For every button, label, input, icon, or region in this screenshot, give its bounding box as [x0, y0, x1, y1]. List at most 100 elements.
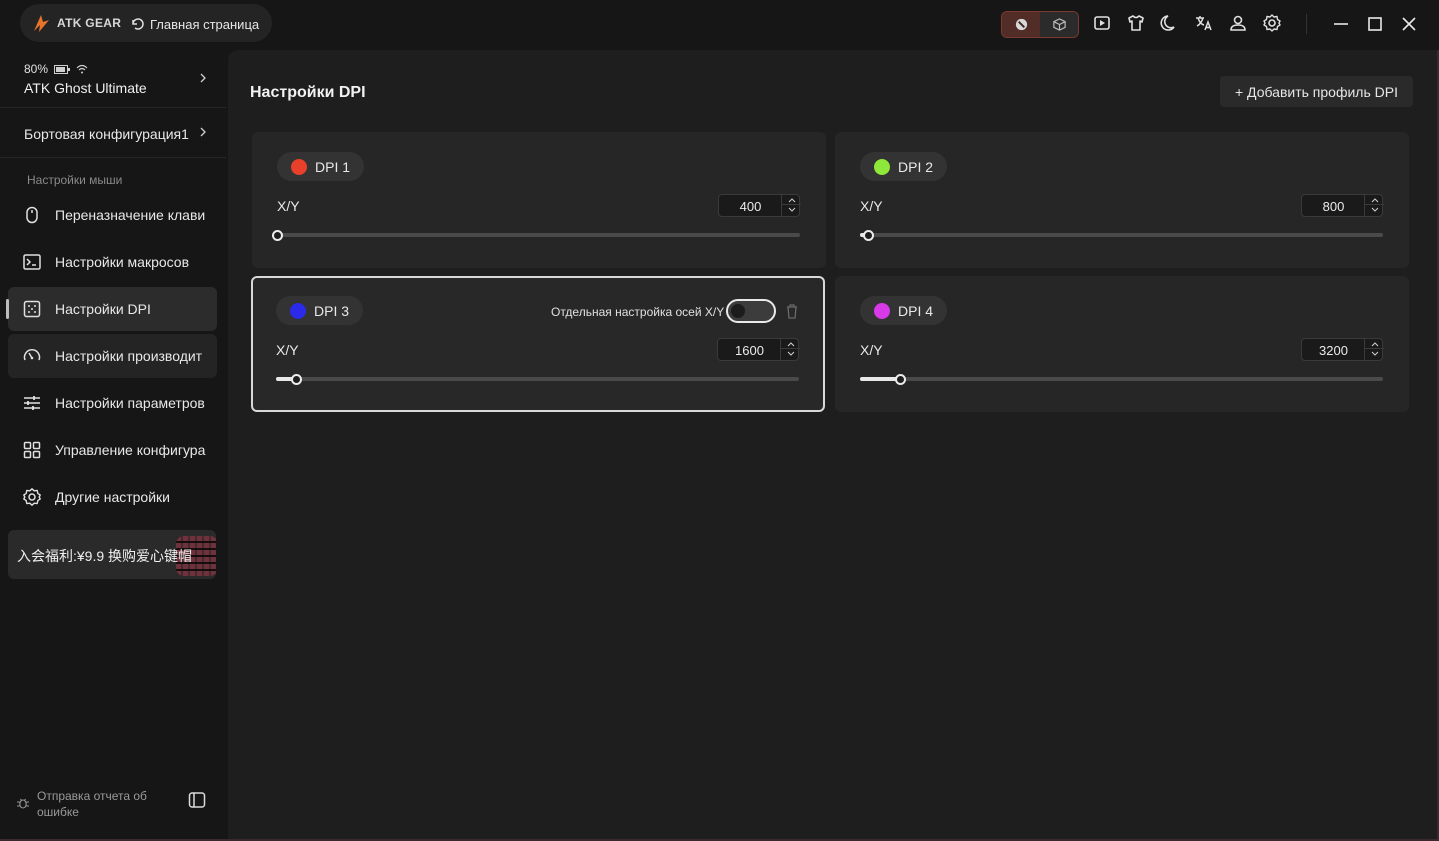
section-label: Настройки мыши	[27, 173, 123, 187]
sidebar-item-parameters[interactable]: Настройки параметров	[8, 381, 217, 425]
dpi-chip[interactable]: DPI 3	[276, 296, 364, 325]
sidebar-item-performance[interactable]: Настройки производит	[8, 334, 217, 378]
dpi-card-4[interactable]: DPI 4 X/Y 3200	[835, 276, 1409, 412]
axis-label: X/Y	[277, 198, 300, 214]
increment-button[interactable]	[781, 339, 800, 349]
dpi-value[interactable]: 800	[1302, 199, 1365, 214]
maximize-button[interactable]	[1363, 12, 1387, 36]
dpi-slider[interactable]	[276, 374, 799, 385]
slider-track[interactable]	[860, 377, 1383, 381]
dpi-color-dot[interactable]	[291, 158, 307, 175]
sidebar-item-label: Настройки DPI	[55, 301, 151, 317]
video-icon[interactable]	[1091, 12, 1113, 34]
maximize-icon	[1368, 17, 1382, 31]
grid-icon	[22, 440, 42, 460]
dpi-color-dot[interactable]	[874, 302, 890, 319]
slider-thumb[interactable]	[272, 230, 283, 241]
slider-thumb[interactable]	[895, 374, 907, 385]
dpi-value-input[interactable]: 400	[718, 194, 801, 217]
decrement-button[interactable]	[781, 349, 800, 359]
dpi-value-input[interactable]: 1600	[717, 338, 800, 361]
add-dpi-profile-button[interactable]: + Добавить профиль DPI	[1220, 76, 1413, 107]
minimize-button[interactable]	[1329, 12, 1353, 36]
settings-gear-icon[interactable]	[1261, 12, 1283, 34]
sidebar-item-label: Настройки параметров	[55, 395, 205, 411]
dpi-slider[interactable]	[272, 230, 800, 241]
slider-track[interactable]	[860, 233, 1383, 237]
mode-switch[interactable]	[1001, 11, 1079, 38]
chevron-right-icon	[200, 127, 206, 137]
axis-label: X/Y	[860, 198, 883, 214]
dpi-card-3[interactable]: DPI 3 Отдельная настройка осей X/Y X/Y 1…	[251, 276, 825, 412]
slider-track[interactable]	[276, 377, 799, 381]
sidebar-item-other-settings[interactable]: Другие настройки	[8, 475, 217, 519]
delete-profile-button[interactable]	[785, 303, 799, 319]
decrement-button[interactable]	[1365, 205, 1384, 215]
sidebar: 80% ATK Ghost Ultimate Бортовая конфигур…	[0, 50, 226, 839]
mouse-icon	[22, 205, 42, 225]
dpi-name: DPI 4	[898, 302, 934, 319]
promo-banner[interactable]: 入会福利:¥9.9 换购爱心键帽	[8, 530, 216, 579]
chevron-down-icon	[787, 351, 794, 356]
dpi-chip[interactable]: DPI 1	[277, 152, 365, 181]
split-axes-toggle[interactable]	[726, 299, 776, 323]
mode-cube-segment[interactable]	[1040, 12, 1078, 37]
dpi-value[interactable]: 400	[719, 199, 782, 214]
home-link[interactable]: Главная страница	[130, 14, 259, 34]
chevron-up-icon	[788, 197, 795, 202]
slider-track[interactable]	[277, 233, 800, 237]
onboard-config-selector[interactable]: Бортовая конфигурация1	[0, 110, 226, 156]
cube-icon	[1052, 18, 1066, 31]
minimize-icon	[1334, 23, 1348, 25]
decrement-button[interactable]	[1365, 349, 1384, 359]
onboard-config-label: Бортовая конфигурация1	[24, 126, 189, 142]
translate-icon[interactable]	[1193, 12, 1215, 34]
sidebar-item-key-remap[interactable]: Переназначение клави	[8, 193, 217, 237]
slider-thumb[interactable]	[862, 230, 874, 241]
dpi-color-dot[interactable]	[874, 158, 890, 175]
dpi-stepper[interactable]	[1364, 195, 1384, 216]
dpi-stepper[interactable]	[780, 339, 800, 360]
chevron-up-icon	[1371, 197, 1378, 202]
slider-thumb[interactable]	[290, 374, 302, 385]
dpi-stepper[interactable]	[781, 195, 801, 216]
device-selector[interactable]: 80% ATK Ghost Ultimate	[0, 50, 226, 104]
sidebar-toggle-icon	[188, 792, 206, 808]
moon-icon[interactable]	[1159, 12, 1181, 34]
chevron-down-icon	[788, 207, 795, 212]
increment-button[interactable]	[1365, 195, 1384, 205]
dpi-card-2[interactable]: DPI 2 X/Y 800	[835, 132, 1409, 268]
stop-icon	[1015, 18, 1027, 31]
dpi-value[interactable]: 1600	[718, 343, 781, 358]
mode-off-segment[interactable]	[1002, 12, 1040, 37]
chevron-right-icon	[200, 73, 206, 83]
sidebar-item-label: Настройки макросов	[55, 254, 190, 270]
user-icon[interactable]	[1227, 12, 1249, 34]
collapse-sidebar-button[interactable]	[187, 790, 207, 810]
dpi-value-input[interactable]: 3200	[1301, 338, 1384, 361]
increment-button[interactable]	[1365, 339, 1384, 349]
app-window: ATK GEAR Главная страница 80% ATK Ghost …	[0, 0, 1439, 841]
bug-report-link[interactable]: Отправка отчета об ошибке	[16, 788, 176, 822]
brand-name: ATK GEAR	[57, 16, 122, 30]
dpi-slider[interactable]	[860, 374, 1383, 385]
shirt-icon[interactable]	[1125, 12, 1147, 34]
decrement-button[interactable]	[782, 205, 801, 215]
dpi-chip[interactable]: DPI 2	[860, 152, 948, 181]
dpi-value-input[interactable]: 800	[1301, 194, 1384, 217]
increment-button[interactable]	[782, 195, 801, 205]
chevron-down-icon	[1371, 351, 1378, 356]
dpi-stepper[interactable]	[1364, 339, 1384, 360]
device-status: 80%	[24, 62, 88, 76]
sidebar-item-config-management[interactable]: Управление конфигура	[8, 428, 217, 472]
dpi-chip[interactable]: DPI 4	[860, 296, 948, 325]
sidebar-item-dpi[interactable]: Настройки DPI	[6, 287, 217, 331]
dpi-slider[interactable]	[860, 230, 1383, 241]
atk-logo-icon	[34, 15, 49, 32]
dpi-value[interactable]: 3200	[1302, 343, 1365, 358]
dpi-color-dot[interactable]	[290, 302, 306, 319]
sidebar-item-macros[interactable]: Настройки макросов	[8, 240, 217, 284]
close-button[interactable]	[1397, 12, 1421, 36]
main-panel: Настройки DPI + Добавить профиль DPI DPI…	[228, 50, 1437, 839]
dpi-card-1[interactable]: DPI 1 X/Y 400	[252, 132, 826, 268]
